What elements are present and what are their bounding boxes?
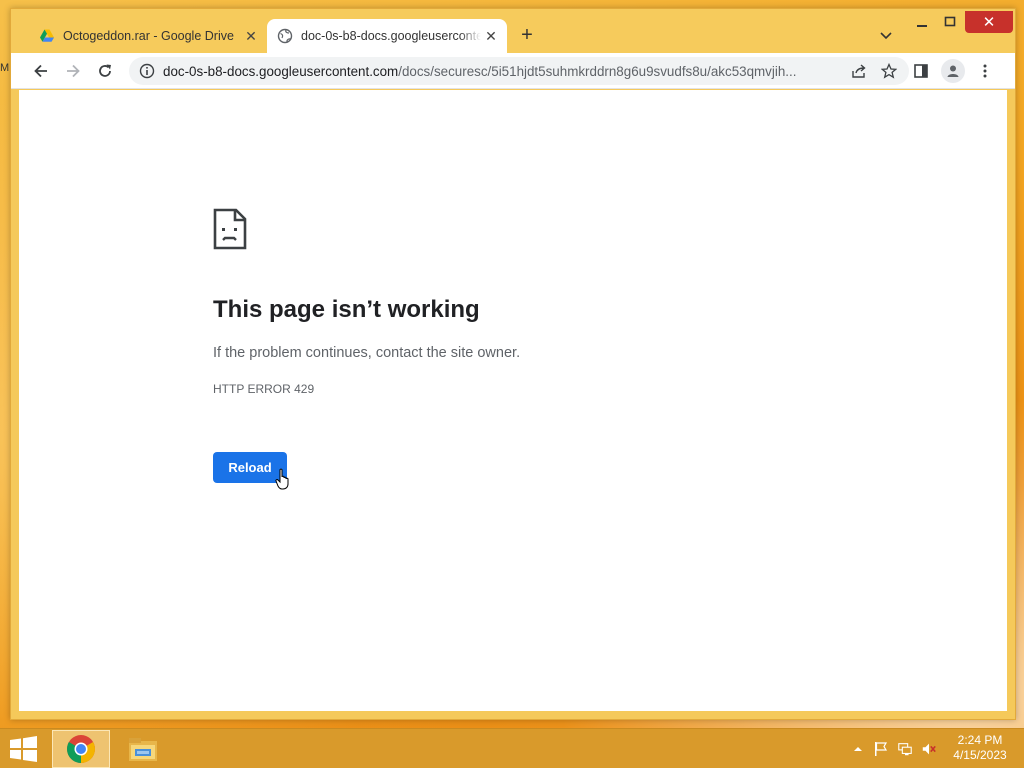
- taskbar-file-explorer[interactable]: [114, 730, 172, 768]
- tab-google-drive[interactable]: Octogeddon.rar - Google Drive ✕: [29, 19, 267, 53]
- error-code: HTTP ERROR 429: [213, 382, 315, 396]
- forward-arrow-icon: [67, 64, 80, 78]
- taskbar: 2:24 PM 4/15/2023: [0, 728, 1024, 768]
- tab-close-icon[interactable]: ✕: [241, 26, 261, 46]
- tab-close-icon[interactable]: ✕: [481, 26, 501, 46]
- tab-search-chevron-icon[interactable]: [877, 27, 895, 45]
- back-button[interactable]: [29, 59, 53, 83]
- taskbar-chrome[interactable]: [52, 730, 110, 768]
- tab-title: Octogeddon.rar - Google Drive: [63, 29, 234, 43]
- new-tab-icon[interactable]: +: [516, 25, 538, 47]
- close-window-button[interactable]: ✕: [965, 11, 1013, 33]
- maximize-button[interactable]: [937, 11, 963, 33]
- kebab-menu-icon: [983, 64, 987, 78]
- reload-icon: [99, 64, 111, 77]
- error-message: If the problem continues, contact the si…: [213, 345, 521, 361]
- globe-icon: [277, 28, 293, 44]
- reload-toolbar-button[interactable]: [93, 59, 117, 83]
- avatar-icon: [947, 65, 959, 77]
- clock-time: 2:24 PM: [957, 733, 1003, 747]
- tab-title: doc-0s-b8-docs.googleusercontent.com: [301, 29, 481, 43]
- back-arrow-icon: [34, 64, 47, 78]
- error-heading: This page isn’t working: [213, 296, 480, 323]
- chrome-icon: [67, 735, 95, 763]
- url-path: /docs/securesc/5i51hjdt5suhmkrddrn8g6u9s…: [398, 63, 797, 79]
- address-url[interactable]: doc-0s-b8-docs.googleusercontent.com/doc…: [163, 64, 849, 79]
- chrome-window: Octogeddon.rar - Google Drive ✕ doc-0s-b…: [10, 8, 1016, 720]
- menu-button[interactable]: [973, 59, 997, 83]
- action-center-flag-icon[interactable]: [873, 741, 889, 757]
- show-hidden-icons-icon[interactable]: [850, 741, 866, 757]
- tab-strip: Octogeddon.rar - Google Drive ✕ doc-0s-b…: [11, 9, 1015, 53]
- minimize-button[interactable]: [909, 11, 935, 33]
- close-icon: ✕: [982, 14, 996, 31]
- share-icon[interactable]: [849, 61, 869, 81]
- sad-page-icon: [213, 208, 247, 250]
- bookmark-star-icon[interactable]: [879, 61, 899, 81]
- side-panel-button[interactable]: [909, 59, 933, 83]
- url-host: doc-0s-b8-docs.googleusercontent.com: [163, 63, 399, 79]
- side-panel-icon: [914, 64, 928, 78]
- tab-active-page[interactable]: doc-0s-b8-docs.googleusercontent.com ✕: [267, 19, 507, 53]
- profile-button[interactable]: [941, 59, 965, 83]
- network-icon[interactable]: [897, 741, 913, 757]
- file-explorer-icon: [129, 738, 157, 761]
- minimize-icon: [917, 25, 927, 27]
- volume-muted-icon[interactable]: [921, 741, 937, 757]
- clock-date: 4/15/2023: [953, 748, 1007, 762]
- windows-start-icon[interactable]: [8, 735, 40, 763]
- google-drive-icon: [40, 29, 54, 42]
- maximize-icon: [944, 16, 956, 27]
- browser-toolbar: doc-0s-b8-docs.googleusercontent.com/doc…: [11, 53, 1015, 89]
- system-clock[interactable]: 2:24 PM 4/15/2023: [948, 733, 1012, 763]
- forward-button[interactable]: [61, 59, 85, 83]
- hand-cursor-icon: [275, 468, 289, 490]
- site-info-icon[interactable]: [139, 63, 155, 79]
- page-content: This page isn’t working If the problem c…: [19, 90, 1007, 711]
- address-bar[interactable]: doc-0s-b8-docs.googleusercontent.com/doc…: [129, 57, 909, 85]
